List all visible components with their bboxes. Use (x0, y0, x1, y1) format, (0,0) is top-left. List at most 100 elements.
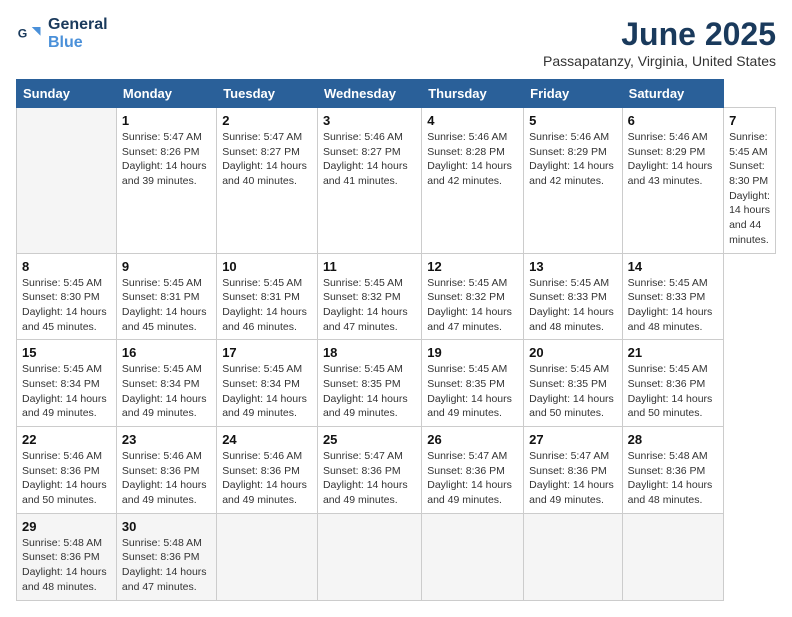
day-number: 25 (323, 432, 416, 447)
day-number: 21 (628, 345, 718, 360)
day-detail: Sunrise: 5:45 AMSunset: 8:34 PMDaylight:… (122, 362, 211, 421)
calendar-day-cell: 12 Sunrise: 5:45 AMSunset: 8:32 PMDayligh… (422, 253, 524, 340)
day-number: 12 (427, 259, 518, 274)
calendar-day-cell: 8 Sunrise: 5:45 AMSunset: 8:30 PMDaylight… (17, 253, 117, 340)
day-detail: Sunrise: 5:45 AMSunset: 8:31 PMDaylight:… (222, 276, 312, 335)
day-detail: Sunrise: 5:45 AMSunset: 8:32 PMDaylight:… (427, 276, 518, 335)
day-detail: Sunrise: 5:45 AMSunset: 8:35 PMDaylight:… (323, 362, 416, 421)
day-number: 1 (122, 113, 211, 128)
day-detail: Sunrise: 5:45 AMSunset: 8:33 PMDaylight:… (529, 276, 617, 335)
calendar-header-row: Sunday Monday Tuesday Wednesday Thursday… (17, 80, 776, 108)
day-detail: Sunrise: 5:47 AMSunset: 8:27 PMDaylight:… (222, 130, 312, 189)
calendar-table: Sunday Monday Tuesday Wednesday Thursday… (16, 79, 776, 601)
calendar-day-cell: 13 Sunrise: 5:45 AMSunset: 8:33 PMDayligh… (524, 253, 623, 340)
day-number: 2 (222, 113, 312, 128)
day-detail: Sunrise: 5:45 AMSunset: 8:31 PMDaylight:… (122, 276, 211, 335)
title-area: June 2025 Passapatanzy, Virginia, United… (543, 16, 776, 69)
calendar-day-cell: 7 Sunrise: 5:45 AMSunset: 8:30 PMDaylight… (724, 108, 776, 254)
day-detail: Sunrise: 5:45 AMSunset: 8:33 PMDaylight:… (628, 276, 718, 335)
day-number: 3 (323, 113, 416, 128)
calendar-day-cell: 28 Sunrise: 5:48 AMSunset: 8:36 PMDayligh… (622, 427, 723, 514)
calendar-day-cell: 11Sunrise: 5:45 AMSunset: 8:32 PMDayligh… (317, 253, 421, 340)
calendar-week-row: 8 Sunrise: 5:45 AMSunset: 8:30 PMDaylight… (17, 253, 776, 340)
day-detail: Sunrise: 5:47 AMSunset: 8:36 PMDaylight:… (427, 449, 518, 508)
svg-text:G: G (18, 26, 28, 40)
calendar-day-cell: 25 Sunrise: 5:47 AMSunset: 8:36 PMDayligh… (317, 427, 421, 514)
day-number: 29 (22, 519, 111, 534)
day-detail: Sunrise: 5:48 AMSunset: 8:36 PMDaylight:… (22, 536, 111, 595)
day-number: 20 (529, 345, 617, 360)
calendar-week-row: 1 Sunrise: 5:47 AMSunset: 8:26 PMDaylight… (17, 108, 776, 254)
calendar-day-cell: 27 Sunrise: 5:47 AMSunset: 8:36 PMDayligh… (524, 427, 623, 514)
calendar-day-cell: 21 Sunrise: 5:45 AMSunset: 8:36 PMDayligh… (622, 340, 723, 427)
calendar-day-cell: 23Sunrise: 5:46 AMSunset: 8:36 PMDayligh… (116, 427, 216, 514)
col-thursday: Thursday (422, 80, 524, 108)
day-detail: Sunrise: 5:45 AMSunset: 8:34 PMDaylight:… (22, 362, 111, 421)
calendar-day-cell: 9Sunrise: 5:45 AMSunset: 8:31 PMDaylight… (116, 253, 216, 340)
calendar-day-cell: 4 Sunrise: 5:46 AMSunset: 8:28 PMDaylight… (422, 108, 524, 254)
day-number: 24 (222, 432, 312, 447)
day-detail: Sunrise: 5:45 AMSunset: 8:30 PMDaylight:… (729, 130, 770, 248)
day-detail: Sunrise: 5:46 AMSunset: 8:27 PMDaylight:… (323, 130, 416, 189)
day-detail: Sunrise: 5:46 AMSunset: 8:29 PMDaylight:… (529, 130, 617, 189)
day-number: 18 (323, 345, 416, 360)
day-detail: Sunrise: 5:47 AMSunset: 8:36 PMDaylight:… (529, 449, 617, 508)
calendar-day-cell: 29 Sunrise: 5:48 AMSunset: 8:36 PMDayligh… (17, 513, 117, 600)
calendar-day-cell: 26 Sunrise: 5:47 AMSunset: 8:36 PMDayligh… (422, 427, 524, 514)
day-number: 7 (729, 113, 770, 128)
day-number: 22 (22, 432, 111, 447)
day-detail: Sunrise: 5:45 AMSunset: 8:36 PMDaylight:… (628, 362, 718, 421)
day-detail: Sunrise: 5:46 AMSunset: 8:28 PMDaylight:… (427, 130, 518, 189)
col-tuesday: Tuesday (217, 80, 318, 108)
day-number: 28 (628, 432, 718, 447)
day-detail: Sunrise: 5:45 AMSunset: 8:32 PMDaylight:… (323, 276, 416, 335)
day-number: 4 (427, 113, 518, 128)
day-number: 27 (529, 432, 617, 447)
day-detail: Sunrise: 5:47 AMSunset: 8:36 PMDaylight:… (323, 449, 416, 508)
calendar-day-cell (524, 513, 623, 600)
day-number: 15 (22, 345, 111, 360)
calendar-day-cell: 19 Sunrise: 5:45 AMSunset: 8:35 PMDayligh… (422, 340, 524, 427)
day-number: 6 (628, 113, 718, 128)
col-monday: Monday (116, 80, 216, 108)
day-number: 14 (628, 259, 718, 274)
day-detail: Sunrise: 5:45 AMSunset: 8:35 PMDaylight:… (529, 362, 617, 421)
day-number: 17 (222, 345, 312, 360)
calendar-title: June 2025 (543, 16, 776, 53)
logo-line2: Blue (48, 34, 108, 52)
calendar-day-cell: 10 Sunrise: 5:45 AMSunset: 8:31 PMDayligh… (217, 253, 318, 340)
calendar-day-cell: 17Sunrise: 5:45 AMSunset: 8:34 PMDayligh… (217, 340, 318, 427)
day-detail: Sunrise: 5:45 AMSunset: 8:35 PMDaylight:… (427, 362, 518, 421)
calendar-day-cell: 14 Sunrise: 5:45 AMSunset: 8:33 PMDayligh… (622, 253, 723, 340)
calendar-day-cell: 18 Sunrise: 5:45 AMSunset: 8:35 PMDayligh… (317, 340, 421, 427)
calendar-day-cell: 24 Sunrise: 5:46 AMSunset: 8:36 PMDayligh… (217, 427, 318, 514)
col-saturday: Saturday (622, 80, 723, 108)
day-number: 16 (122, 345, 211, 360)
calendar-day-cell: 30Sunrise: 5:48 AMSunset: 8:36 PMDayligh… (116, 513, 216, 600)
logo-line1: General (48, 16, 108, 34)
day-detail: Sunrise: 5:46 AMSunset: 8:29 PMDaylight:… (628, 130, 718, 189)
day-number: 10 (222, 259, 312, 274)
day-number: 13 (529, 259, 617, 274)
day-number: 23 (122, 432, 211, 447)
calendar-day-cell: 22Sunrise: 5:46 AMSunset: 8:36 PMDayligh… (17, 427, 117, 514)
day-detail: Sunrise: 5:45 AMSunset: 8:30 PMDaylight:… (22, 276, 111, 335)
day-detail: Sunrise: 5:48 AMSunset: 8:36 PMDaylight:… (628, 449, 718, 508)
logo-icon: G (16, 20, 44, 48)
col-wednesday: Wednesday (317, 80, 421, 108)
day-detail: Sunrise: 5:46 AMSunset: 8:36 PMDaylight:… (222, 449, 312, 508)
calendar-day-cell: 2 Sunrise: 5:47 AMSunset: 8:27 PMDaylight… (217, 108, 318, 254)
calendar-day-cell: 1 Sunrise: 5:47 AMSunset: 8:26 PMDaylight… (116, 108, 216, 254)
day-number: 19 (427, 345, 518, 360)
calendar-day-cell: 3 Sunrise: 5:46 AMSunset: 8:27 PMDaylight… (317, 108, 421, 254)
col-friday: Friday (524, 80, 623, 108)
day-number: 26 (427, 432, 518, 447)
day-detail: Sunrise: 5:47 AMSunset: 8:26 PMDaylight:… (122, 130, 211, 189)
calendar-day-cell (217, 513, 318, 600)
calendar-day-cell: 20 Sunrise: 5:45 AMSunset: 8:35 PMDayligh… (524, 340, 623, 427)
calendar-day-cell (422, 513, 524, 600)
day-number: 30 (122, 519, 211, 534)
calendar-week-row: 29 Sunrise: 5:48 AMSunset: 8:36 PMDayligh… (17, 513, 776, 600)
calendar-day-cell: 5Sunrise: 5:46 AMSunset: 8:29 PMDaylight… (524, 108, 623, 254)
day-number: 8 (22, 259, 111, 274)
